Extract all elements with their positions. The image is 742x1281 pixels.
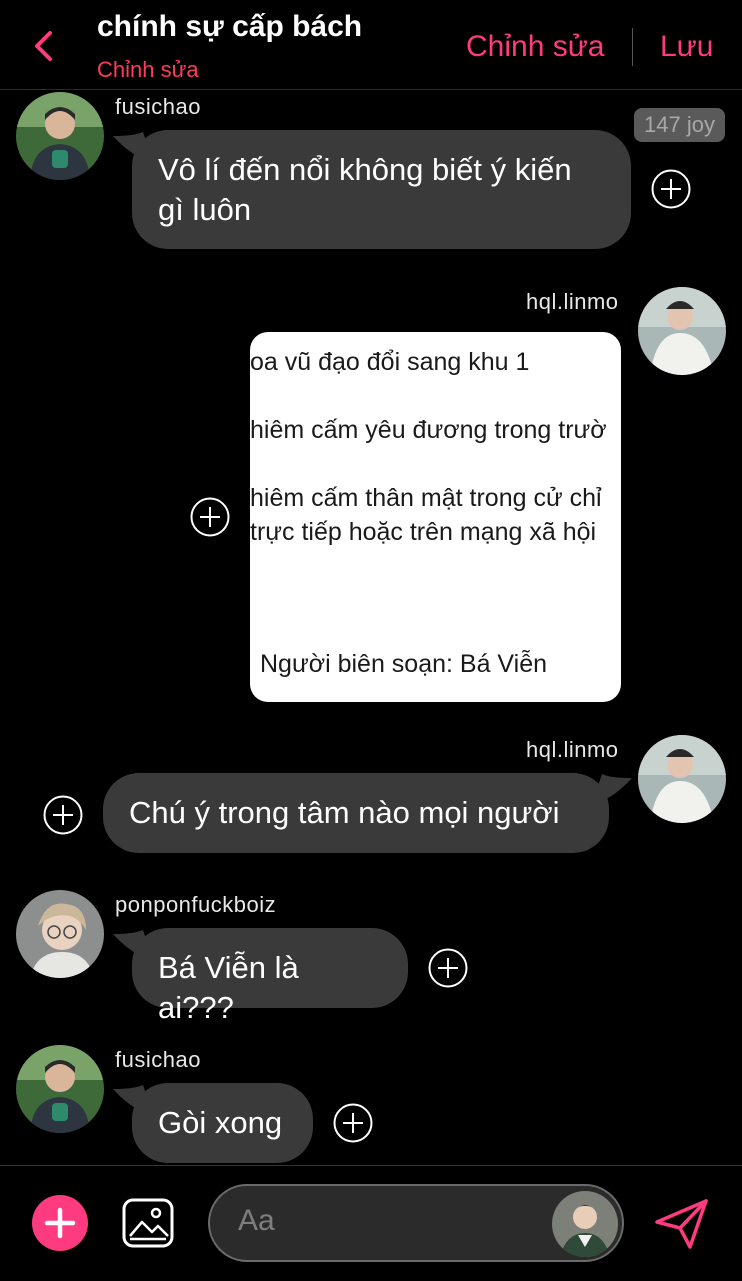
image-text-line: Người biên soạn: Bá Viễn [260,650,548,678]
chat-subtitle: Chỉnh sửa [97,57,199,82]
message-text-line: Vô lí đến nổi không biết ý kiến [158,152,572,187]
message-text-line: gì luôn [158,192,252,227]
username-label: fusichao [115,94,201,119]
image-icon[interactable] [122,1198,174,1248]
image-text-line: hiêm cấm thân mật trong cử chỉ [250,484,602,512]
back-chevron-icon[interactable] [30,30,58,62]
username-label: hql.linmo [526,737,619,762]
username-label: fusichao [115,1047,201,1072]
image-text-line: trực tiếp hoặc trên mạng xã hội [250,518,597,546]
message-text: Chú ý trong tâm nào mọi người [129,795,560,830]
add-attachment-button[interactable] [32,1195,88,1251]
username-label: ponponfuckboiz [115,892,277,917]
add-reaction-icon[interactable] [190,497,230,537]
chat-title: chính sự cấp bách [97,10,363,43]
joy-badge: 147 joy [634,108,725,142]
header-divider [632,28,633,66]
message-text: Bá Viễn là ai??? [158,950,299,1025]
image-text-line: hiêm cấm yêu đương trong trườ [250,416,607,444]
add-reaction-icon[interactable] [333,1103,373,1143]
sticker-avatar-icon[interactable] [552,1191,618,1257]
avatar-hql-linmo[interactable] [638,287,726,375]
plus-icon [44,1207,76,1239]
shared-image[interactable]: oa vũ đạo đổi sang khu 1 hiêm cấm yêu đư… [250,332,621,702]
send-icon[interactable] [654,1198,710,1250]
add-reaction-icon[interactable] [651,169,691,209]
avatar-hql-linmo[interactable] [638,735,726,823]
avatar-ponponfuckboiz[interactable] [16,890,104,978]
add-reaction-icon[interactable] [43,795,83,835]
message-bubble[interactable]: Vô lí đến nổi không biết ý kiến gì luôn [132,130,631,249]
message-bubble[interactable]: Chú ý trong tâm nào mọi người [103,773,609,853]
add-reaction-icon[interactable] [428,948,468,988]
message-bubble[interactable]: Gòi xong [132,1083,313,1163]
save-button[interactable]: Lưu [660,30,713,64]
edit-button[interactable]: Chỉnh sửa [466,30,605,64]
username-label: hql.linmo [526,289,619,314]
avatar-fusichao[interactable] [16,92,104,180]
image-text-line: oa vũ đạo đổi sang khu 1 [250,348,530,376]
message-text: Gòi xong [158,1105,283,1140]
avatar-fusichao[interactable] [16,1045,104,1133]
message-bubble[interactable]: Bá Viễn là ai??? [132,928,408,1025]
message-input-placeholder: Aa [238,1204,275,1237]
